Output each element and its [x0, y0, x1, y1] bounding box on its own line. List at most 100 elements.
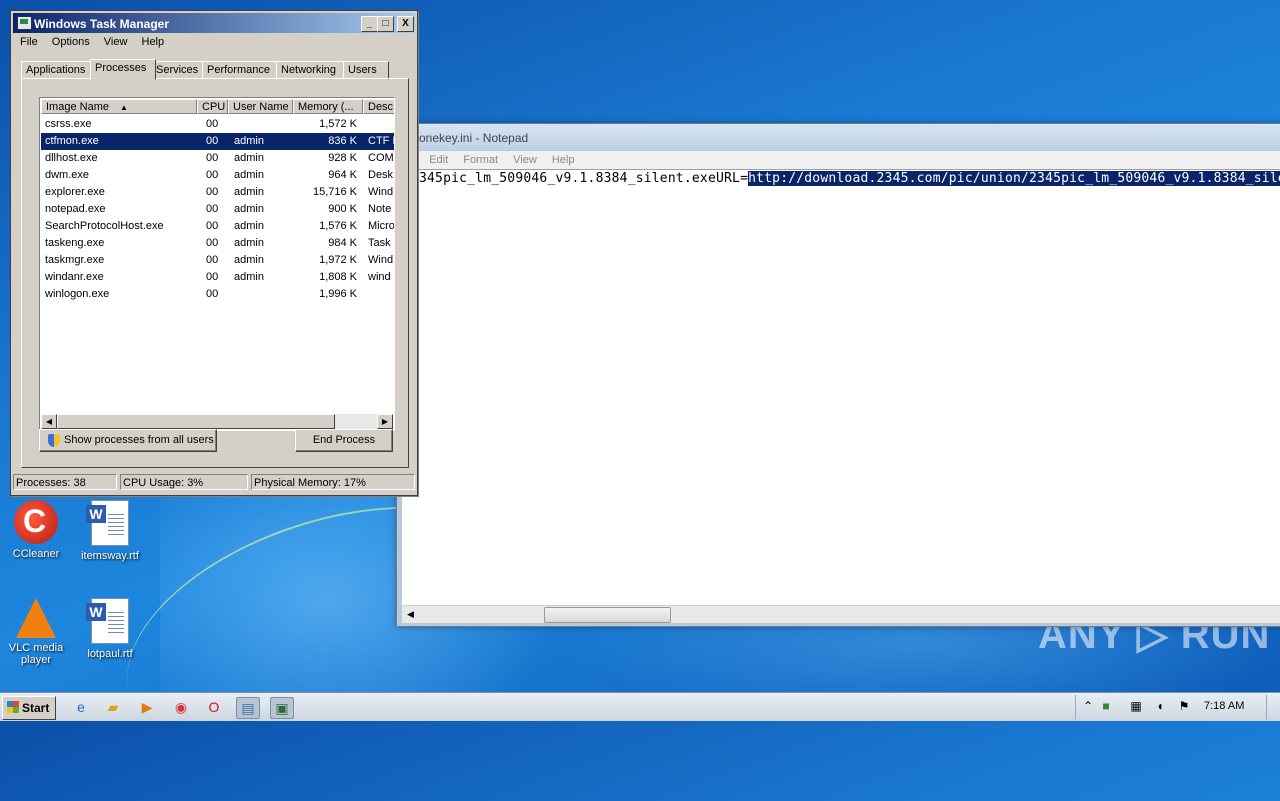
cell-description: CTF L — [368, 135, 394, 147]
cell-memory: 928 K — [328, 152, 357, 164]
notepad-menu-format[interactable]: Format — [463, 154, 498, 166]
desktop-icon-lotpaul[interactable]: lotpaul.rtf — [76, 598, 144, 660]
close-button[interactable]: X — [397, 16, 414, 32]
notepad-title-bar[interactable]: onekey.ini - Notepad — [397, 124, 1280, 150]
word-document-icon — [86, 598, 129, 644]
maximize-button[interactable]: □ — [377, 16, 394, 32]
word-document-icon — [86, 500, 129, 546]
notepad-menu-help[interactable]: Help — [552, 154, 575, 166]
explorer-icon[interactable]: ▰ — [102, 697, 124, 717]
table-row-selected[interactable]: ctfmon.exe 00 admin 836 K CTF L — [41, 133, 394, 150]
cell-user: admin — [234, 254, 264, 266]
task-manager-tray-icon[interactable]: ■ — [1098, 698, 1114, 714]
table-row[interactable]: notepad.exe 00 admin 900 K Note — [41, 201, 394, 218]
menu-view[interactable]: View — [104, 36, 128, 48]
action-center-flag-icon[interactable]: ⚑ — [1176, 698, 1192, 714]
column-image-name[interactable]: Image Name ▲ — [41, 99, 197, 114]
desktop-icon-vlc[interactable]: VLC media player — [2, 598, 70, 666]
menu-file[interactable]: File — [20, 36, 38, 48]
desktop-icon-label: VLC media player — [8, 642, 64, 666]
cell-cpu: 00 — [206, 220, 219, 232]
notepad-menu-view[interactable]: View — [513, 154, 537, 166]
table-row[interactable]: dllhost.exe 00 admin 928 K COM — [41, 150, 394, 167]
process-list-header: Image Name ▲ CPU User Name Memory (... D… — [41, 99, 394, 115]
notepad-horizontal-scrollbar[interactable]: ◀ — [402, 605, 1280, 623]
cell-description: COM — [368, 152, 394, 164]
cell-memory: 1,576 K — [319, 220, 357, 232]
table-row[interactable]: SearchProtocolHost.exe 00 admin 1,576 K … — [41, 218, 394, 235]
scroll-right-icon[interactable]: ▶ — [377, 414, 393, 429]
opera-icon[interactable]: O — [203, 697, 225, 717]
tab-processes[interactable]: Processes — [90, 59, 156, 80]
ie-icon[interactable]: e — [70, 697, 92, 717]
desktop-icon-label: CCleaner — [12, 548, 60, 560]
cell-image-name: notepad.exe — [45, 203, 106, 215]
task-manager-title-bar[interactable]: Windows Task Manager _ □ X — [13, 13, 415, 33]
show-desktop-button[interactable] — [1266, 695, 1280, 719]
process-list[interactable]: Image Name ▲ CPU User Name Memory (... D… — [39, 97, 395, 431]
task-manager-icon[interactable]: ▣ — [270, 697, 294, 719]
scroll-left-icon[interactable]: ◀ — [41, 414, 57, 429]
cell-user: admin — [234, 203, 264, 215]
cell-user: admin — [234, 135, 264, 147]
show-hidden-icons-icon[interactable]: ⌃ — [1080, 698, 1096, 714]
scroll-left-icon[interactable]: ◀ — [402, 606, 419, 623]
minimize-button[interactable]: _ — [361, 16, 378, 32]
system-tray: ⌃ ■ ▦ ◖ ⚑ 7:18 AM — [1075, 695, 1280, 719]
cell-memory: 1,572 K — [319, 118, 357, 130]
cell-memory: 1,808 K — [319, 271, 357, 283]
cell-image-name: taskmgr.exe — [45, 254, 105, 266]
table-row[interactable]: taskmgr.exe 00 admin 1,972 K Wind — [41, 252, 394, 269]
network-icon[interactable]: ▦ — [1128, 698, 1144, 714]
cell-image-name: winlogon.exe — [45, 288, 110, 300]
notepad-menu-edit[interactable]: Edit — [429, 154, 448, 166]
table-row[interactable]: windanr.exe 00 admin 1,808 K wind — [41, 269, 394, 286]
cell-image-name: dwm.exe — [45, 169, 90, 181]
task-manager-app-icon — [17, 16, 32, 30]
cell-image-name: ctfmon.exe — [45, 135, 99, 147]
end-process-button[interactable]: End Process — [295, 429, 393, 452]
cell-image-name: dllhost.exe — [45, 152, 98, 164]
table-row[interactable]: taskeng.exe 00 admin 984 K Task — [41, 235, 394, 252]
notepad-menu-bar: e Edit Format View Help — [402, 151, 1280, 169]
media-player-icon[interactable]: ▶ — [136, 697, 158, 717]
cell-description: Desk — [368, 169, 394, 181]
notepad-scroll-thumb[interactable] — [544, 607, 671, 623]
cell-description: wind — [368, 271, 391, 283]
table-row[interactable]: csrss.exe 00 1,572 K — [41, 116, 394, 133]
cell-description: Wind — [368, 186, 394, 198]
cell-image-name: windanr.exe — [45, 271, 104, 283]
column-cpu[interactable]: CPU — [197, 99, 228, 114]
table-row[interactable]: explorer.exe 00 admin 15,716 K Wind — [41, 184, 394, 201]
cell-cpu: 00 — [206, 135, 219, 147]
task-manager-title: Windows Task Manager — [34, 17, 170, 31]
start-label: Start — [22, 701, 50, 715]
show-all-processes-button[interactable]: Show processes from all users — [39, 429, 217, 452]
column-description[interactable]: Desc — [363, 99, 394, 114]
cell-memory: 1,972 K — [319, 254, 357, 266]
notepad-window[interactable]: onekey.ini - Notepad e Edit Format View … — [396, 123, 1280, 627]
process-list-scroll-thumb[interactable] — [57, 414, 335, 429]
table-row[interactable]: dwm.exe 00 admin 964 K Desk — [41, 167, 394, 184]
process-list-horizontal-scrollbar[interactable]: ◀ ▶ — [41, 414, 393, 429]
chrome-icon[interactable]: ◉ — [170, 697, 192, 717]
column-user-name[interactable]: User Name — [228, 99, 293, 114]
desktop-icon-itemsway[interactable]: itemsway.rtf — [76, 500, 144, 562]
menu-options[interactable]: Options — [52, 36, 90, 48]
task-manager-window[interactable]: Windows Task Manager _ □ X File Options … — [10, 10, 418, 496]
table-row[interactable]: winlogon.exe 00 1,996 K — [41, 286, 394, 303]
cell-cpu: 00 — [206, 254, 219, 266]
column-image-name-label: Image Name — [46, 101, 109, 113]
start-button[interactable]: Start — [2, 696, 56, 720]
cell-memory: 1,996 K — [319, 288, 357, 300]
menu-help[interactable]: Help — [142, 36, 165, 48]
cell-image-name: explorer.exe — [45, 186, 105, 198]
cell-memory: 900 K — [328, 203, 357, 215]
notepad-icon[interactable]: ▤ — [236, 697, 260, 719]
clock[interactable]: 7:18 AM — [1204, 700, 1244, 712]
notepad-text-area[interactable]: 345pic_lm_509046_v9.1.8384_silent.exeURL… — [402, 169, 1280, 606]
desktop-icon-ccleaner[interactable]: CCleaner — [2, 500, 70, 560]
volume-icon[interactable]: ◖ — [1152, 698, 1168, 714]
column-memory[interactable]: Memory (... — [293, 99, 363, 114]
cell-cpu: 00 — [206, 288, 219, 300]
